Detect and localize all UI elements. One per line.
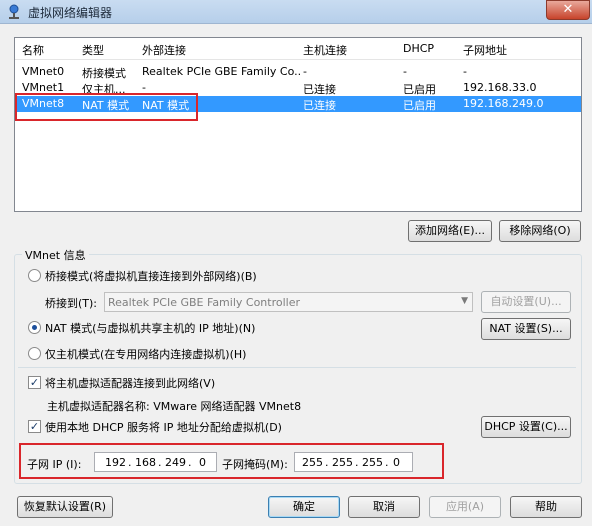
cell-external: Realtek PCIe GBE Family Co... (142, 65, 300, 78)
bridge-mode-radio[interactable] (28, 269, 41, 282)
connect-adapter-label[interactable]: 将主机虚拟适配器连接到此网络(V) (45, 375, 215, 391)
host-only-mode-label[interactable]: 仅主机模式(在专用网络内连接虚拟机)(H) (45, 346, 246, 362)
bridge-to-value: Realtek PCIe GBE Family Controller (108, 296, 301, 309)
host-only-mode-radio[interactable] (28, 347, 41, 360)
cell-subnet: 192.168.33.0 (463, 81, 537, 94)
connect-adapter-checkbox[interactable]: ✓ (28, 376, 41, 389)
cell-subnet: - (463, 65, 467, 78)
nat-settings-button[interactable]: NAT 设置(S)... (481, 318, 571, 340)
cell-type: 桥接模式 (82, 67, 126, 80)
nat-mode-label[interactable]: NAT 模式(与虚拟机共享主机的 IP 地址)(N) (45, 320, 255, 336)
cell-host: - (303, 65, 307, 78)
list-header: 名称 类型 外部连接 主机连接 DHCP 子网地址 (15, 38, 581, 60)
ok-button[interactable]: 确定 (268, 496, 340, 518)
network-app-icon (9, 4, 19, 19)
network-list[interactable]: 名称 类型 外部连接 主机连接 DHCP 子网地址 VMnet0 桥接模式 Re… (14, 37, 582, 212)
vmnet-info-label: VMnet 信息 (22, 247, 89, 263)
auto-settings-button: 自动设置(U)... (481, 291, 571, 313)
nat-mode-radio[interactable] (28, 321, 41, 334)
use-dhcp-label[interactable]: 使用本地 DHCP 服务将 IP 地址分配给虚拟机(D) (45, 419, 282, 435)
highlight-box-selected-row (15, 93, 198, 121)
dhcp-settings-button[interactable]: DHCP 设置(C)... (481, 416, 571, 438)
cell-host: 已连接 (303, 83, 336, 96)
bridge-to-select: Realtek PCIe GBE Family Controller ▼ (104, 292, 473, 312)
help-button[interactable]: 帮助 (510, 496, 582, 518)
highlight-box-subnet (19, 443, 444, 479)
cell-subnet: 192.168.249.0 (463, 97, 544, 110)
column-header-type[interactable]: 类型 (82, 42, 138, 58)
title-bar[interactable]: 虚拟网络编辑器 ✕ (0, 0, 592, 24)
chevron-down-icon: ▼ (461, 296, 468, 306)
use-dhcp-checkbox[interactable]: ✓ (28, 420, 41, 433)
column-header-subnet[interactable]: 子网地址 (463, 42, 573, 58)
column-header-external[interactable]: 外部连接 (142, 42, 300, 58)
restore-defaults-button[interactable]: 恢复默认设置(R) (17, 496, 113, 518)
add-network-button[interactable]: 添加网络(E)... (408, 220, 492, 242)
column-header-host[interactable]: 主机连接 (303, 42, 401, 58)
column-header-dhcp[interactable]: DHCP (403, 42, 461, 55)
column-header-name[interactable]: 名称 (22, 42, 80, 58)
bridge-mode-label[interactable]: 桥接模式(将虚拟机直接连接到外部网络)(B) (45, 268, 257, 284)
cell-dhcp: 已启用 (403, 83, 436, 96)
divider (18, 367, 576, 368)
virtual-network-editor-window: 虚拟网络编辑器 ✕ 名称 类型 外部连接 主机连接 DHCP 子网地址 VMne… (0, 0, 592, 526)
adapter-name-text: 主机虚拟适配器名称: VMware 网络适配器 VMnet8 (47, 400, 302, 413)
table-row[interactable]: VMnet0 桥接模式 Realtek PCIe GBE Family Co..… (15, 64, 581, 80)
cell-dhcp: - (403, 65, 407, 78)
close-button[interactable]: ✕ (546, 0, 590, 20)
cell-name: VMnet0 (22, 65, 65, 78)
cancel-button[interactable]: 取消 (348, 496, 420, 518)
window-title: 虚拟网络编辑器 (28, 6, 113, 20)
bridge-to-label: 桥接到(T): (45, 297, 98, 310)
remove-network-button[interactable]: 移除网络(O) (499, 220, 581, 242)
apply-button: 应用(A) (429, 496, 501, 518)
cell-host: 已连接 (303, 99, 336, 112)
cell-dhcp: 已启用 (403, 99, 436, 112)
